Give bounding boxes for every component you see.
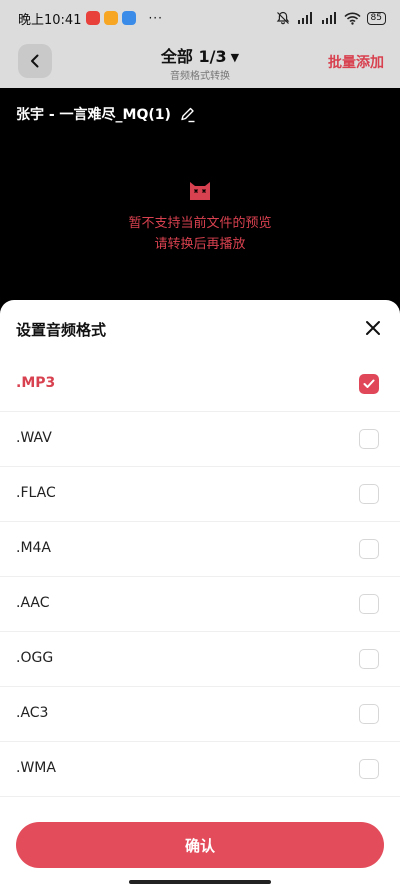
format-option-ogg[interactable]: .OGG [0,632,400,687]
close-icon[interactable] [364,319,382,337]
checkbox[interactable] [359,539,379,559]
format-label: .MP3 [16,375,56,391]
format-option-wav[interactable]: .WAV [0,412,400,467]
format-label: .WAV [16,430,52,446]
checkbox[interactable] [359,484,379,504]
format-label: .M4A [16,540,52,556]
status-indicators: 85 [276,11,386,25]
gallery-app-icon [122,11,137,25]
checkbox[interactable] [359,594,379,614]
format-label: .FLAC [16,485,56,501]
more-notifications-icon: ··· [148,11,163,25]
format-label: .AAC [16,595,50,611]
signal-hd-icon [297,12,312,24]
sad-cat-icon [190,182,210,200]
bell-muted-icon [276,11,289,25]
format-option-m4a[interactable]: .M4A [0,522,400,577]
home-indicator[interactable] [129,880,271,884]
file-name-row: 张宇 - 一言难尽_MQ(1) [16,104,196,124]
wifi-icon [343,12,361,25]
checkbox-checked[interactable] [359,374,379,394]
page-title: 全部 1/3 [160,47,227,66]
sheet-title: 设置音频格式 [16,321,107,339]
status-time: 晚上10:41 [18,12,82,28]
batch-add-button[interactable]: 批量添加 [328,52,384,72]
header: 全部 1/3 ▼ 音频格式转换 批量添加 [0,36,400,88]
preview-convert-hint: 请转换后再播放 [154,237,246,252]
format-list: .MP3 .WAV .FLAC .M4A .AAC .OGG .AC3 .WMA [0,357,400,797]
format-option-ac3[interactable]: .AC3 [0,687,400,742]
format-option-aac[interactable]: .AAC [0,577,400,632]
preview-area: 张宇 - 一言难尽_MQ(1) 暂不支持当前文件的预览 请转换后再播放 [0,88,400,303]
file-name: 张宇 - 一言难尽_MQ(1) [16,107,171,123]
checkbox[interactable] [359,649,379,669]
preview-unsupported-message: 暂不支持当前文件的预览 [128,216,272,231]
signal-hd-2-icon [321,12,336,24]
battery-icon: 85 [366,11,386,25]
checkmark-icon [363,379,375,388]
notes-app-icon [104,11,119,25]
format-option-flac[interactable]: .FLAC [0,467,400,522]
format-label: .AC3 [16,705,49,721]
format-option-mp3[interactable]: .MP3 [0,357,400,412]
weibo-icon [86,11,101,25]
checkbox[interactable] [359,704,379,724]
checkbox[interactable] [359,759,379,779]
format-label: .WMA [16,760,56,776]
checkbox[interactable] [359,429,379,449]
format-option-wma[interactable]: .WMA [0,742,400,797]
confirm-button[interactable]: 确认 [16,822,384,868]
status-bar: 晚上10:41 ··· 85 [0,0,400,36]
format-label: .OGG [16,650,54,666]
caret-down-icon: ▼ [230,51,240,64]
edit-pencil-icon[interactable] [179,106,196,123]
audio-format-sheet: 设置音频格式 .MP3 .WAV .FLAC .M4A .AAC .OGG .A… [0,300,400,889]
